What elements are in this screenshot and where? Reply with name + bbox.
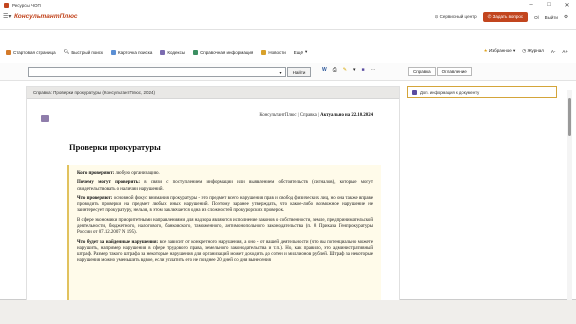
document-title: Проверки прокуратуры: [69, 142, 161, 152]
favorites-button[interactable]: ★ Избранное ▾: [484, 48, 516, 54]
search-button[interactable]: Найти: [287, 67, 311, 77]
paragraph-label: Кого проверяют:: [77, 171, 115, 176]
settings-icon[interactable]: ⚙: [564, 14, 568, 20]
history-label: Журнал: [527, 48, 544, 53]
toolbar-label: Ещё: [293, 49, 303, 55]
comment-icon[interactable]: ■: [361, 67, 364, 73]
minimize-icon[interactable]: –: [522, 0, 540, 10]
paragraph-text: любую организацию.: [114, 171, 160, 176]
toolbar-label: Новости: [268, 49, 286, 55]
paragraph: Что проверяют: основной фокус внимания п…: [77, 196, 373, 215]
tab-reference[interactable]: Справка: [408, 67, 436, 76]
exit-link[interactable]: Выйти: [545, 15, 558, 20]
more-icon[interactable]: ⋯: [371, 67, 376, 73]
document-panel: Справка: Проверки прокуратуры (Консульта…: [26, 86, 400, 300]
search-bar: ▾ Найти W ⎙ ✎ ▾ ■ ⋯ Справка Оглавление: [0, 63, 576, 81]
favorites-label: Избранное: [488, 48, 512, 53]
clock-icon: ◷: [522, 48, 527, 53]
extra-info-label: Доп. информация к документу: [420, 89, 480, 95]
toolbar-more[interactable]: Ещё ▾: [294, 49, 307, 55]
toolbar-label: Быстрый поиск: [71, 49, 103, 55]
extra-info-panel[interactable]: Доп. информация к документу: [407, 86, 557, 98]
home-icon: [6, 49, 11, 55]
toolbar-search-card[interactable]: Карточка поиска: [111, 49, 153, 55]
menu-icon[interactable]: ☰▾: [3, 13, 11, 20]
toolbar-start-page[interactable]: Стартовая страница: [6, 49, 56, 55]
title-bar: Ресурсы ЧОП – □ ✕: [0, 0, 576, 10]
ask-question-label: Задать вопрос: [492, 14, 524, 19]
toolbar-label: Карточка поиска: [118, 49, 153, 55]
highlighter-icon[interactable]: ✎: [343, 67, 347, 73]
scrollbar[interactable]: [567, 90, 572, 300]
maximize-icon[interactable]: □: [540, 0, 558, 10]
reference-icon: [193, 49, 199, 55]
window-title: Ресурсы ЧОП: [12, 2, 41, 8]
chevron-down-icon[interactable]: ▾: [353, 67, 356, 73]
paragraph-label: Почему могут проверить:: [77, 180, 140, 186]
document-content-box: Кого проверяют: любую организацию. Почем…: [67, 165, 381, 300]
menu-bar: ☰▾ КонсультантПлюс ⊙ Сервисный центр ✆ З…: [0, 10, 576, 30]
main-toolbar: Стартовая страница 🔍︎ Быстрый поиск Карто…: [6, 48, 307, 56]
toolbar-label: Стартовая страница: [13, 49, 56, 55]
history-button[interactable]: ◷ Журнал: [522, 48, 544, 54]
paragraph-label: Что проверяют:: [77, 195, 113, 201]
document-header: Справка: Проверки прокуратуры (Консульта…: [27, 87, 399, 99]
user-menu[interactable]: Ol: [534, 15, 539, 20]
paragraph-text: основной фокус внимания прокуратуры - эт…: [77, 195, 373, 214]
toolbar-label: Справочная информация: [200, 49, 254, 55]
book-icon: [160, 49, 166, 55]
app-icon: [4, 2, 9, 8]
news-icon: [261, 49, 267, 55]
font-increase-button[interactable]: A+: [562, 49, 568, 54]
paragraph: Почему могут проверить: в связи с поступ…: [77, 180, 373, 192]
close-icon[interactable]: ✕: [558, 0, 576, 10]
search-icon: 🔍︎: [63, 49, 70, 54]
search-input[interactable]: [28, 67, 286, 77]
document-meta: КонсультантПлюс | Справка | Актуально на…: [259, 113, 373, 118]
paragraph-label: Что будет за найденные нарушения:: [77, 239, 159, 245]
paragraph: Что будет за найденные нарушения: все за…: [77, 240, 373, 265]
toolbar-right: ★ Избранное ▾ ◷ Журнал A- A+: [484, 48, 568, 54]
font-decrease-button[interactable]: A-: [551, 49, 556, 54]
scrollbar-thumb[interactable]: [568, 98, 571, 136]
bookmark-icon[interactable]: [41, 115, 49, 122]
brand-logo[interactable]: КонсультантПлюс: [14, 13, 78, 20]
toolbar-reference[interactable]: Справочная информация: [193, 49, 254, 55]
info-icon: [412, 89, 417, 95]
card-icon: [111, 49, 116, 55]
meta-actual-date: Актуально на 22.10.2024: [320, 113, 373, 118]
tab-contents[interactable]: Оглавление: [436, 67, 472, 76]
chevron-down-icon[interactable]: ▾: [276, 67, 286, 77]
toolbar-news[interactable]: Новости: [261, 49, 286, 55]
paragraph: Кого проверяют: любую организацию.: [77, 171, 373, 177]
meta-type: Справка: [299, 113, 317, 118]
document-body[interactable]: КонсультантПлюс | Справка | Актуально на…: [27, 100, 399, 300]
app-window: Ресурсы ЧОП – □ ✕ ☰▾ КонсультантПлюс ⊙ С…: [0, 0, 576, 300]
word-export-icon[interactable]: W: [322, 67, 327, 73]
print-icon[interactable]: ⎙: [333, 67, 337, 73]
ask-question-button[interactable]: ✆ Задать вопрос: [482, 12, 529, 22]
toolbar-label: Кодексы: [167, 49, 186, 55]
toolbar-quick-search[interactable]: 🔍︎ Быстрый поиск: [64, 49, 103, 55]
meta-source: КонсультантПлюс: [259, 113, 297, 118]
service-center-link[interactable]: ⊙ Сервисный центр: [435, 14, 477, 20]
service-center-label: Сервисный центр: [439, 14, 477, 19]
toolbar-codes[interactable]: Кодексы: [160, 49, 186, 55]
paragraph: В сфере экономики приоритетными направле…: [77, 217, 373, 236]
star-icon: ★: [483, 48, 488, 53]
